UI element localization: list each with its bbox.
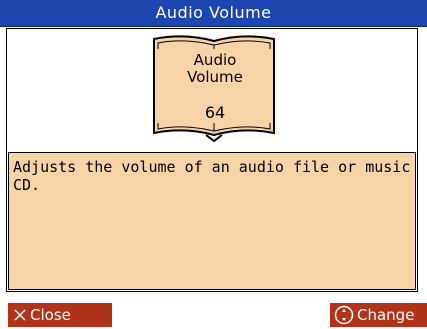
volume-value: 64 [204, 103, 226, 122]
book-card-icon [153, 35, 275, 143]
dial-icon [334, 305, 354, 325]
close-button[interactable]: Close [8, 303, 112, 327]
title-bar: Audio Volume [0, 0, 427, 27]
screen-title: Audio Volume [155, 3, 272, 22]
description-box: Adjusts the volume of an audio file or m… [8, 152, 416, 290]
card-title: Audio Volume [150, 52, 280, 86]
close-x-icon [14, 309, 26, 321]
audio-volume-screen: Audio Volume Audio Volume 64 Adjusts the… [0, 0, 427, 329]
description-text: Adjusts the volume of an audio file or m… [13, 158, 411, 194]
change-label: Change [357, 306, 415, 324]
change-button[interactable]: Change [330, 303, 427, 327]
card-title-line2: Volume [187, 68, 243, 86]
close-label: Close [30, 306, 71, 324]
card-title-line1: Audio [193, 51, 237, 69]
